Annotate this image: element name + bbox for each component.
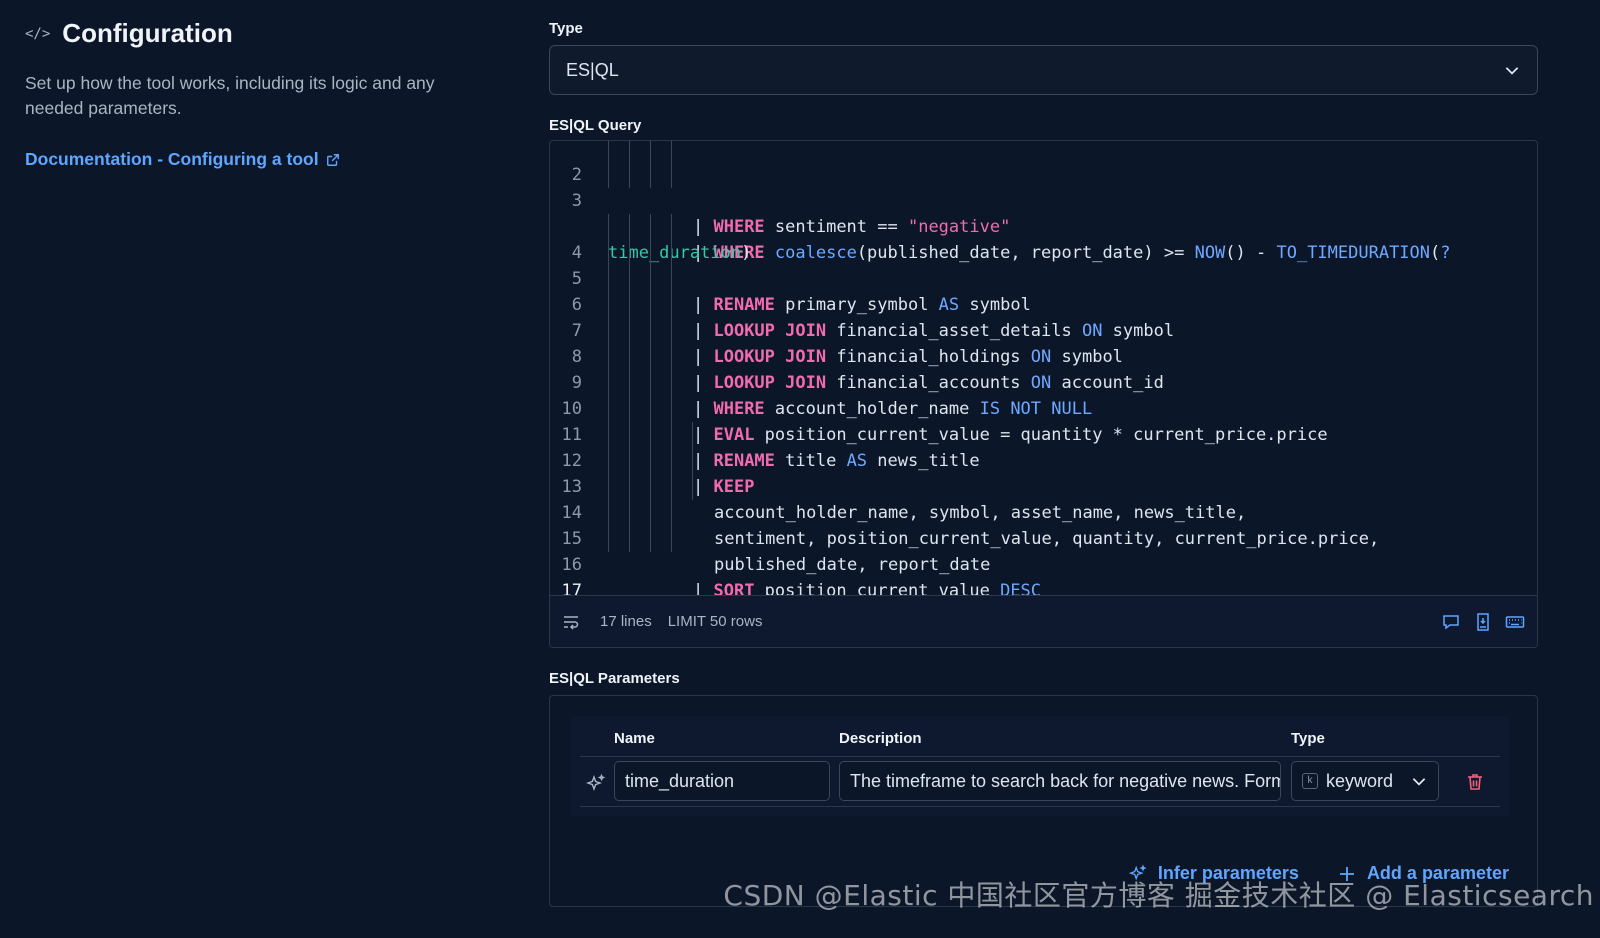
column-header-name: Name bbox=[614, 730, 655, 747]
code-line: 12 account_holder_name, symbol, asset_na… bbox=[550, 422, 1537, 523]
documentation-link[interactable]: Documentation - Configuring a tool bbox=[25, 149, 340, 170]
keyword-type-icon: k bbox=[1302, 773, 1318, 789]
section-header: </> Configuration bbox=[25, 18, 495, 49]
chevron-down-icon bbox=[1505, 67, 1519, 75]
code-line: 15 | SORT position_current_value DESC bbox=[550, 500, 1537, 595]
code-line: 5 | LOOKUP JOIN financial_asset_details … bbox=[550, 240, 1537, 341]
keyboard-icon[interactable] bbox=[1505, 612, 1525, 632]
configuration-panel: </> Configuration Set up how the tool wo… bbox=[25, 18, 495, 170]
code-line: 8 | WHERE account_holder_name IS NOT NUL… bbox=[550, 318, 1537, 419]
code-line: 10 | RENAME title AS news_title bbox=[550, 370, 1537, 471]
parameter-type-select[interactable]: k keyword bbox=[1291, 761, 1439, 801]
section-title: Configuration bbox=[62, 18, 233, 48]
query-label: ES|QL Query bbox=[549, 117, 642, 134]
wrap-lines-icon[interactable] bbox=[562, 613, 580, 631]
documentation-icon[interactable] bbox=[1473, 612, 1493, 632]
parameter-type-value: keyword bbox=[1326, 771, 1394, 791]
comment-icon[interactable] bbox=[1441, 612, 1461, 632]
code-line: time_duration) bbox=[608, 243, 752, 263]
line-count: 17 lines bbox=[600, 613, 652, 630]
code-line: 11 | KEEP bbox=[550, 396, 1537, 497]
type-select[interactable]: ES|QL bbox=[549, 45, 1538, 95]
column-header-description: Description bbox=[839, 730, 922, 747]
parameter-name-input[interactable]: time_duration bbox=[614, 761, 830, 801]
code-line: 16 | LIMIT 50 bbox=[550, 526, 1537, 575]
divider bbox=[580, 806, 1500, 807]
documentation-link-label: Documentation - Configuring a tool bbox=[25, 149, 319, 169]
type-select-value: ES|QL bbox=[566, 59, 619, 80]
sparkle-icon bbox=[585, 773, 606, 792]
delete-parameter-icon[interactable] bbox=[1465, 772, 1485, 792]
section-description: Set up how the tool works, including its… bbox=[25, 73, 435, 118]
parameters-table: Name Description Type time_duration The … bbox=[570, 716, 1510, 816]
code-line: 7 | LOOKUP JOIN financial_accounts ON ac… bbox=[550, 292, 1537, 393]
code-line: 17 bbox=[561, 581, 582, 595]
code-line: 9 | EVAL position_current_value = quanti… bbox=[550, 344, 1537, 445]
parameter-description-input[interactable]: The timeframe to search back for negativ… bbox=[839, 761, 1281, 801]
parameters-label: ES|QL Parameters bbox=[549, 670, 680, 687]
type-label: Type bbox=[549, 20, 583, 37]
editor-tools bbox=[1441, 612, 1525, 632]
tool-form: Type ES|QL ES|QL Query 2 | WHERE sentime… bbox=[549, 20, 1538, 907]
divider bbox=[580, 756, 1500, 757]
external-link-icon bbox=[326, 153, 339, 166]
esql-query-editor[interactable]: 2 | WHERE sentiment == "negative" 3 | WH… bbox=[549, 140, 1538, 648]
limit-info: LIMIT 50 rows bbox=[667, 613, 763, 630]
code-line: 14 published_date, report_date bbox=[550, 474, 1537, 575]
chevron-down-icon bbox=[1412, 778, 1426, 786]
code-line: 2 | WHERE sentiment == "negative" bbox=[550, 141, 1537, 237]
code-line: 13 sentiment, position_current_value, qu… bbox=[550, 448, 1537, 549]
column-header-type: Type bbox=[1291, 730, 1325, 747]
code-line: 4 | RENAME primary_symbol AS symbol bbox=[550, 214, 1537, 315]
watermark: CSDN @Elastic 中国社区官方博客 掘金技术社区 @ Elastics… bbox=[723, 879, 1594, 912]
code-area[interactable]: 2 | WHERE sentiment == "negative" 3 | WH… bbox=[550, 141, 1537, 595]
editor-footer: 17 lines LIMIT 50 rows bbox=[550, 595, 1537, 647]
code-line: 3 | WHERE coalesce(published_date, repor… bbox=[550, 162, 1537, 263]
code-line: 6 | LOOKUP JOIN financial_holdings ON sy… bbox=[550, 266, 1537, 367]
code-icon: </> bbox=[25, 25, 51, 42]
